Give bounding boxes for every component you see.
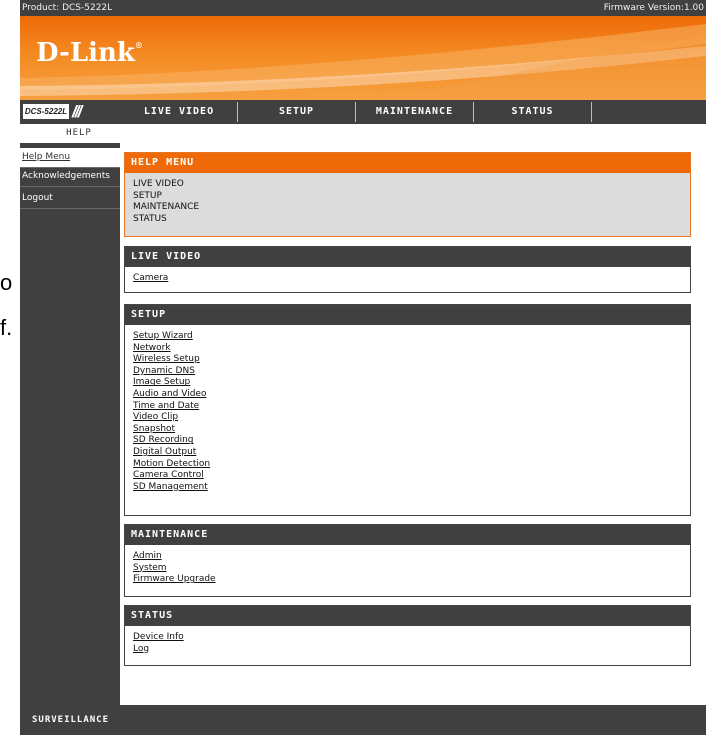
help-menu-section: HELP MENU LIVE VIDEO SETUP MAINTENANCE S…: [124, 152, 691, 237]
model-label: DCS-5222L: [23, 104, 69, 119]
maintenance-section: MAINTENANCE Admin System Firmware Upgrad…: [124, 524, 691, 597]
link-firmware-upgrade[interactable]: Firmware Upgrade: [133, 574, 690, 586]
brand-banner: D-Link®: [20, 16, 706, 100]
firmware-version: Firmware Version:1.00: [603, 3, 704, 13]
link-setup-wizard[interactable]: Setup Wizard: [133, 331, 690, 343]
link-admin[interactable]: Admin: [133, 551, 690, 563]
link-sd-recording[interactable]: SD Recording: [133, 435, 690, 447]
section-title: LIVE VIDEO: [125, 247, 690, 267]
link-log[interactable]: Log: [133, 644, 690, 656]
section-title: MAINTENANCE: [125, 525, 690, 545]
live-video-section: LIVE VIDEO Camera: [124, 246, 691, 293]
tab-help-active[interactable]: HELP: [20, 124, 138, 143]
sidebar-divider: [20, 208, 120, 209]
list-item: STATUS: [133, 213, 167, 224]
link-video-clip[interactable]: Video Clip: [133, 412, 690, 424]
outside-text-fragment: f.: [0, 315, 13, 340]
tab-status[interactable]: STATUS: [474, 100, 591, 124]
registered-mark: ®: [134, 40, 143, 50]
link-network[interactable]: Network: [133, 343, 690, 355]
link-camera[interactable]: Camera: [133, 273, 690, 285]
surveillance-label: SURVEILLANCE: [32, 715, 110, 725]
sidebar: Help Menu Acknowledgements Logout: [20, 143, 120, 705]
link-snapshot[interactable]: Snapshot: [133, 424, 690, 436]
link-image-setup[interactable]: Image Setup: [133, 377, 690, 389]
list-item: SETUP: [133, 190, 162, 201]
link-dynamic-dns[interactable]: Dynamic DNS: [133, 366, 690, 378]
help-menu-list: LIVE VIDEO SETUP MAINTENANCE STATUS: [125, 173, 690, 229]
link-motion-detection[interactable]: Motion Detection: [133, 459, 690, 471]
sidebar-item-help-menu[interactable]: Help Menu: [20, 148, 120, 167]
sidebar-item-acknowledgements[interactable]: Acknowledgements: [20, 167, 120, 186]
setup-links: Setup Wizard Network Wireless Setup Dyna…: [125, 325, 690, 497]
sidebar-item-logout[interactable]: Logout: [20, 189, 120, 208]
dlink-logo: D-Link®: [36, 38, 143, 68]
link-device-info[interactable]: Device Info: [133, 632, 690, 644]
camera-web-ui: Product: DCS-5222L Firmware Version:1.00…: [20, 0, 706, 735]
sidebar-divider: [20, 186, 120, 187]
top-info-bar: Product: DCS-5222L Firmware Version:1.00: [20, 0, 706, 16]
outside-text-fragment: o: [0, 270, 13, 295]
link-sd-management[interactable]: SD Management: [133, 482, 690, 494]
section-title: SETUP: [125, 305, 690, 325]
list-item: LIVE VIDEO: [133, 179, 184, 189]
link-audio-and-video[interactable]: Audio and Video: [133, 389, 690, 401]
tab-maintenance[interactable]: MAINTENANCE: [356, 100, 473, 124]
footer-bar: SURVEILLANCE: [20, 705, 706, 735]
link-time-and-date[interactable]: Time and Date: [133, 401, 690, 413]
setup-section: SETUP Setup Wizard Network Wireless Setu…: [124, 304, 691, 516]
status-links: Device Info Log: [125, 626, 690, 659]
maintenance-links: Admin System Firmware Upgrade: [125, 545, 690, 590]
tab-setup[interactable]: SETUP: [238, 100, 355, 124]
tab-live-video[interactable]: LIVE VIDEO: [120, 100, 238, 124]
top-nav: DCS-5222L /// LIVE VIDEO SETUP MAINTENAN…: [20, 100, 706, 124]
section-title: HELP MENU: [125, 153, 690, 173]
tab-divider: [591, 102, 592, 122]
model-badge: DCS-5222L ///: [20, 100, 120, 124]
logo-text: D-Link: [36, 38, 135, 68]
slash-decoration: ///: [72, 102, 82, 121]
link-system[interactable]: System: [133, 563, 690, 575]
status-section: STATUS Device Info Log: [124, 605, 691, 666]
link-camera-control[interactable]: Camera Control: [133, 470, 690, 482]
link-wireless-setup[interactable]: Wireless Setup: [133, 354, 690, 366]
link-digital-output[interactable]: Digital Output: [133, 447, 690, 459]
list-item: MAINTENANCE: [133, 202, 200, 213]
product-label: Product: DCS-5222L: [22, 3, 113, 13]
section-title: STATUS: [125, 606, 690, 626]
live-video-links: Camera: [125, 267, 690, 289]
